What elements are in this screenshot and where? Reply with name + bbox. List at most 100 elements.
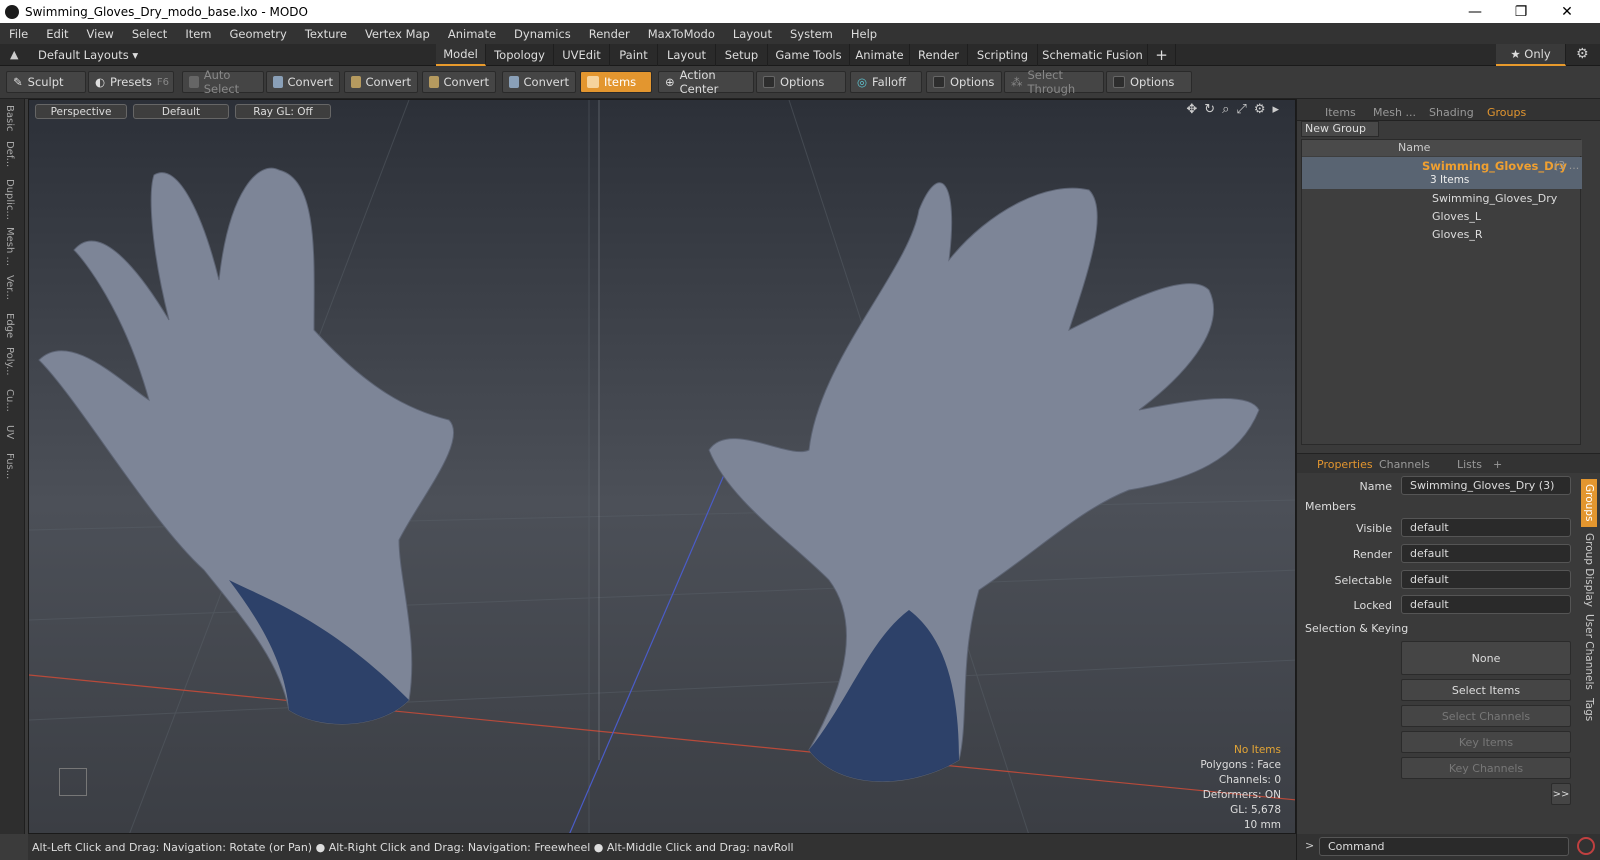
record-icon[interactable] [1577, 837, 1595, 855]
locked-dropdown[interactable]: default [1401, 595, 1571, 614]
menu-animate[interactable]: Animate [439, 27, 505, 41]
tab-items[interactable]: Items [1325, 103, 1356, 121]
presets-button[interactable]: ◐ Presets F6 [88, 71, 174, 93]
render-dropdown[interactable]: default [1401, 544, 1571, 563]
menu-item[interactable]: Item [176, 27, 220, 41]
tab-layout[interactable]: Layout [658, 44, 716, 66]
select-options-button[interactable]: Options [1106, 71, 1192, 93]
close-button[interactable]: ✕ [1544, 0, 1590, 23]
select-items-button[interactable]: Select Items [1401, 679, 1571, 701]
tab-mesh[interactable]: Mesh ... [1373, 103, 1416, 121]
left-tab-curve[interactable]: Cu... [4, 389, 15, 412]
falloff-button[interactable]: ◎ Falloff [850, 71, 922, 93]
menu-layout[interactable]: Layout [724, 27, 781, 41]
tab-schematic-fusion[interactable]: Schematic Fusion [1038, 44, 1148, 66]
items-mode-button[interactable]: Items [580, 71, 652, 93]
action-center-button[interactable]: ⊕ Action Center [658, 68, 754, 96]
left-tab-uv[interactable]: UV [4, 425, 15, 439]
add-tab-button[interactable]: + [1148, 44, 1176, 66]
left-tab-deform[interactable]: Def... [4, 141, 15, 167]
name-field[interactable]: Swimming_Gloves_Dry (3) [1401, 476, 1571, 495]
tab-animate[interactable]: Animate [850, 44, 910, 66]
tab-uvedit[interactable]: UVEdit [554, 44, 610, 66]
group-member-gloves-l[interactable]: Gloves_L [1432, 210, 1481, 223]
name-column-header[interactable]: Name [1398, 141, 1430, 154]
select-through-button[interactable]: ⁂ Select Through [1004, 68, 1104, 96]
shading-dropdown[interactable]: Default [133, 104, 229, 119]
menu-dynamics[interactable]: Dynamics [505, 27, 580, 41]
left-tab-polygon[interactable]: Poly... [4, 347, 15, 376]
left-tab-vertex[interactable]: Ver... [4, 275, 15, 300]
expand-arrow-icon[interactable]: ▸ [1272, 102, 1279, 117]
convert-vertices-button[interactable]: Convert [266, 71, 340, 93]
more-button[interactable]: >> [1551, 783, 1571, 805]
group-member-locator[interactable]: Swimming_Gloves_Dry [1432, 192, 1557, 205]
glove-right[interactable] [708, 182, 1260, 782]
tab-scripting[interactable]: Scripting [968, 44, 1038, 66]
menu-geometry[interactable]: Geometry [221, 27, 296, 41]
menu-file[interactable]: File [0, 27, 37, 41]
sculpt-button[interactable]: ✎ Sculpt [6, 71, 86, 93]
side-tab-user-channels[interactable]: User Channels [1581, 613, 1597, 691]
tab-channels[interactable]: Channels [1379, 455, 1430, 473]
minimize-button[interactable]: — [1452, 0, 1498, 23]
group-row[interactable]: Swimming_Gloves_Dry (3 ... 3 Items [1302, 157, 1582, 189]
falloff-options-button[interactable]: Options [926, 71, 1002, 93]
tab-shading[interactable]: Shading [1429, 103, 1474, 121]
key-items-button[interactable]: Key Items [1401, 731, 1571, 753]
convert-materials-button[interactable]: Convert [502, 71, 576, 93]
side-tab-groups[interactable]: Groups [1581, 479, 1597, 527]
gear-icon[interactable]: ⚙ [1576, 46, 1589, 62]
menu-select[interactable]: Select [123, 27, 176, 41]
command-input[interactable]: Command [1319, 837, 1569, 856]
default-layouts-dropdown[interactable]: Default Layouts ▾ [38, 48, 138, 62]
side-tab-tags[interactable]: Tags [1581, 695, 1597, 725]
new-group-button[interactable]: New Group [1301, 121, 1379, 137]
tab-paint[interactable]: Paint [610, 44, 658, 66]
members-section[interactable]: Members [1305, 500, 1356, 513]
viewport-settings-icon[interactable]: ⚙ [1254, 102, 1266, 117]
menu-edit[interactable]: Edit [37, 27, 77, 41]
auto-select-button[interactable]: Auto Select [182, 68, 264, 96]
action-center-options-button[interactable]: Options [756, 71, 846, 93]
tab-render[interactable]: Render [910, 44, 968, 66]
group-member-gloves-r[interactable]: Gloves_R [1432, 228, 1482, 241]
left-tab-edge[interactable]: Edge [4, 313, 15, 338]
rotate-icon[interactable]: ↻ [1204, 102, 1215, 117]
side-tab-group-display[interactable]: Group Display [1581, 531, 1597, 609]
menu-help[interactable]: Help [842, 27, 886, 41]
layout-pin-icon[interactable]: ▲ [10, 48, 18, 61]
maximize-viewport-icon[interactable]: ⤢ [1236, 102, 1246, 117]
menu-view[interactable]: View [78, 27, 123, 41]
menu-vertex-map[interactable]: Vertex Map [356, 27, 439, 41]
left-tab-fusion[interactable]: Fus... [4, 453, 15, 479]
menu-texture[interactable]: Texture [296, 27, 356, 41]
menu-render[interactable]: Render [580, 27, 639, 41]
raygl-toggle[interactable]: Ray GL: Off [235, 104, 331, 119]
visible-dropdown[interactable]: default [1401, 518, 1571, 537]
tab-game-tools[interactable]: Game Tools [768, 44, 850, 66]
tab-lists[interactable]: Lists [1457, 455, 1482, 473]
pan-icon[interactable]: ✥ [1186, 102, 1197, 117]
only-toggle[interactable]: ★ Only [1496, 44, 1566, 66]
select-channels-button[interactable]: Select Channels [1401, 705, 1571, 727]
selection-keying-section[interactable]: Selection & Keying [1305, 622, 1408, 635]
selectable-dropdown[interactable]: default [1401, 570, 1571, 589]
menu-maxtomodo[interactable]: MaxToModo [639, 27, 724, 41]
tab-setup[interactable]: Setup [716, 44, 768, 66]
zoom-icon[interactable]: ⌕ [1222, 102, 1229, 117]
key-channels-button[interactable]: Key Channels [1401, 757, 1571, 779]
tab-topology[interactable]: Topology [486, 44, 554, 66]
projection-dropdown[interactable]: Perspective [35, 104, 127, 119]
left-tab-mesh[interactable]: Mesh ... [4, 227, 15, 266]
left-tab-duplicate[interactable]: Duplic... [4, 179, 15, 220]
menu-system[interactable]: System [781, 27, 842, 41]
3d-viewport[interactable]: Perspective Default Ray GL: Off ✥ ↻ ⌕ ⤢ … [28, 99, 1296, 834]
tab-groups[interactable]: Groups [1487, 103, 1526, 121]
left-tab-basic[interactable]: Basic [4, 105, 15, 131]
none-button[interactable]: None [1401, 641, 1571, 675]
convert-edges-button[interactable]: Convert [344, 71, 418, 93]
add-panel-tab-button[interactable]: + [1493, 455, 1502, 473]
tab-model[interactable]: Model [436, 44, 486, 66]
glove-left[interactable] [38, 167, 455, 725]
